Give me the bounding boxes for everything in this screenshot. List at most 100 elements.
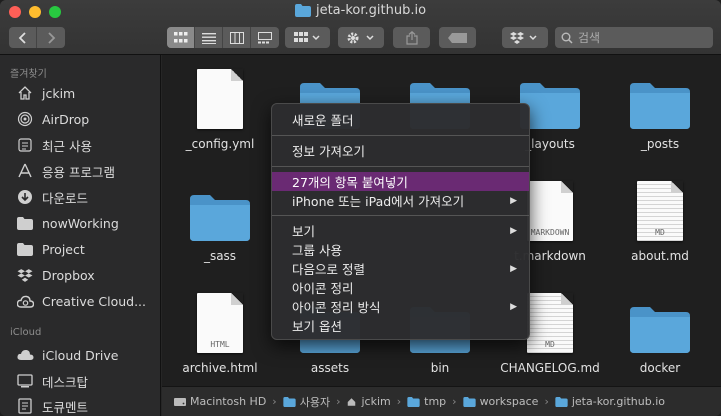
path-item-label: jeta-kor.github.io — [571, 395, 665, 408]
back-button[interactable] — [9, 27, 37, 48]
sidebar-item-label: iCloud Drive — [42, 347, 119, 363]
menu-item-get-info[interactable]: 정보 가져오기 — [272, 141, 529, 160]
hard-drive-icon — [174, 397, 186, 406]
dropbox-icon — [510, 31, 537, 44]
sidebar-item-project[interactable]: Project — [16, 238, 85, 260]
file-name: about.md — [631, 249, 689, 263]
sidebar-item-label: jckim — [42, 85, 76, 101]
context-menu: 새로운 폴더 정보 가져오기 27개의 항목 붙여넣기 iPhone 또는 iP… — [271, 103, 530, 340]
file-item[interactable]: HTML archive.html — [170, 287, 270, 375]
menu-item-label: 정보 가져오기 — [292, 144, 365, 159]
search-icon — [561, 32, 573, 44]
file-type-tag: MARKDOWN — [530, 228, 570, 237]
file-type-tag: HTML — [210, 340, 230, 349]
menu-item-new-folder[interactable]: 새로운 폴더 — [272, 110, 529, 129]
sidebar-item-documents[interactable]: 도큐멘트 — [16, 395, 88, 416]
submenu-arrow-icon: ▶ — [510, 263, 517, 274]
titlebar: jeta-kor.github.io 검색 — [0, 0, 721, 55]
path-item-tmp[interactable]: tmp — [407, 395, 446, 408]
sidebar-item-label: 응용 프로그램 — [42, 164, 115, 180]
menu-item-label: iPhone 또는 iPad에서 가져오기 — [292, 194, 465, 209]
file-type-tag: MD — [655, 228, 665, 237]
path-separator: › — [544, 395, 549, 408]
file-name: bin — [430, 361, 450, 375]
gallery-view-button[interactable] — [251, 27, 279, 48]
gallery-icon — [258, 31, 272, 43]
path-item-jckim[interactable]: jckim — [346, 395, 391, 408]
sidebar-item-dropbox[interactable]: Dropbox — [16, 264, 95, 286]
action-menu-button[interactable] — [338, 27, 384, 48]
submenu-arrow-icon: ▶ — [510, 301, 517, 312]
icon-view-button[interactable] — [167, 27, 195, 48]
dropbox-button[interactable] — [502, 27, 548, 48]
folder-icon — [16, 240, 34, 258]
path-item-users[interactable]: 사용자 — [283, 394, 330, 410]
menu-item-label: 보기 옵션 — [292, 319, 342, 334]
group-by-button[interactable] — [285, 27, 330, 48]
menu-item-label: 아이콘 정리 방식 — [292, 300, 381, 315]
file-name: CHANGELOG.md — [500, 361, 600, 375]
column-view-button[interactable] — [223, 27, 251, 48]
sidebar-item-creative-cloud[interactable]: Creative Cloud... — [16, 290, 146, 312]
nav-buttons — [9, 27, 65, 48]
home-icon — [16, 84, 34, 102]
folder-item[interactable]: docker — [610, 287, 710, 375]
forward-button[interactable] — [37, 27, 65, 48]
submenu-arrow-icon: ▶ — [510, 195, 517, 206]
sidebar-item-desktop[interactable]: 데스크탑 — [16, 370, 88, 392]
menu-item-clean-up[interactable]: 아이콘 정리 — [272, 278, 529, 297]
menu-item-paste-items[interactable]: 27개의 항목 붙여넣기 — [272, 172, 529, 191]
menu-item-label: 보기 — [292, 224, 316, 239]
group-grid-icon — [293, 31, 320, 42]
menu-item-view-options[interactable]: 보기 옵션 — [272, 316, 529, 335]
folder-item[interactable]: _sass — [170, 175, 270, 263]
sidebar-item-label: Project — [42, 241, 85, 257]
folder-icon — [628, 63, 692, 129]
menu-separator — [272, 135, 529, 136]
document-icon — [188, 63, 252, 129]
sidebar-item-icloud-drive[interactable]: iCloud Drive — [16, 344, 118, 366]
menu-item-sort-by[interactable]: 다음으로 정렬 ▶ — [272, 259, 529, 278]
file-item[interactable]: MD about.md — [610, 175, 710, 263]
path-item-workspace[interactable]: workspace — [462, 395, 538, 408]
menu-item-view[interactable]: 보기 ▶ — [272, 221, 529, 240]
window-title-wrap: jeta-kor.github.io — [0, 3, 721, 18]
tags-button[interactable] — [439, 27, 476, 48]
search-input[interactable]: 검색 — [555, 27, 713, 48]
file-name: _sass — [203, 249, 237, 263]
share-icon — [405, 30, 418, 45]
sidebar-item-jckim[interactable]: jckim — [16, 82, 75, 104]
share-button[interactable] — [393, 27, 430, 48]
menu-separator — [272, 166, 529, 167]
path-item-label: jckim — [361, 395, 391, 408]
menu-item-clean-up-by[interactable]: 아이콘 정리 방식 ▶ — [272, 297, 529, 316]
sidebar-item-recents[interactable]: 최근 사용 — [16, 134, 92, 156]
folder-item[interactable]: _posts — [610, 63, 710, 151]
view-mode-control — [167, 27, 279, 48]
folder-icon — [283, 396, 296, 407]
path-item-label: tmp — [424, 395, 447, 408]
list-view-button[interactable] — [195, 27, 223, 48]
folder-icon — [628, 287, 692, 353]
sidebar-item-label: AirDrop — [42, 111, 90, 127]
sidebar-item-label: nowWorking — [42, 215, 119, 231]
folder-icon — [16, 214, 34, 232]
path-item-current[interactable]: jeta-kor.github.io — [555, 395, 665, 408]
path-separator: › — [336, 395, 341, 408]
chevron-right-icon — [48, 31, 56, 44]
sidebar-item-nowworking[interactable]: nowWorking — [16, 212, 119, 234]
path-separator: › — [396, 395, 402, 408]
folder-icon — [407, 396, 420, 407]
sidebar-item-label: Dropbox — [42, 267, 95, 283]
menu-item-use-groups[interactable]: 그룹 사용 — [272, 240, 529, 259]
sidebar-item-airdrop[interactable]: AirDrop — [16, 108, 89, 130]
folder-icon — [188, 175, 252, 241]
sidebar-item-downloads[interactable]: 다운로드 — [16, 186, 88, 208]
file-item[interactable]: _config.yml — [170, 63, 270, 151]
tag-icon — [447, 32, 467, 43]
menu-item-label: 새로운 폴더 — [292, 113, 354, 128]
list-icon — [201, 32, 216, 44]
path-item-macintosh-hd[interactable]: Macintosh HD — [174, 395, 266, 408]
sidebar-item-applications[interactable]: 응용 프로그램 — [16, 160, 115, 182]
menu-item-import-from-iphone[interactable]: iPhone 또는 iPad에서 가져오기 ▶ — [272, 191, 529, 210]
